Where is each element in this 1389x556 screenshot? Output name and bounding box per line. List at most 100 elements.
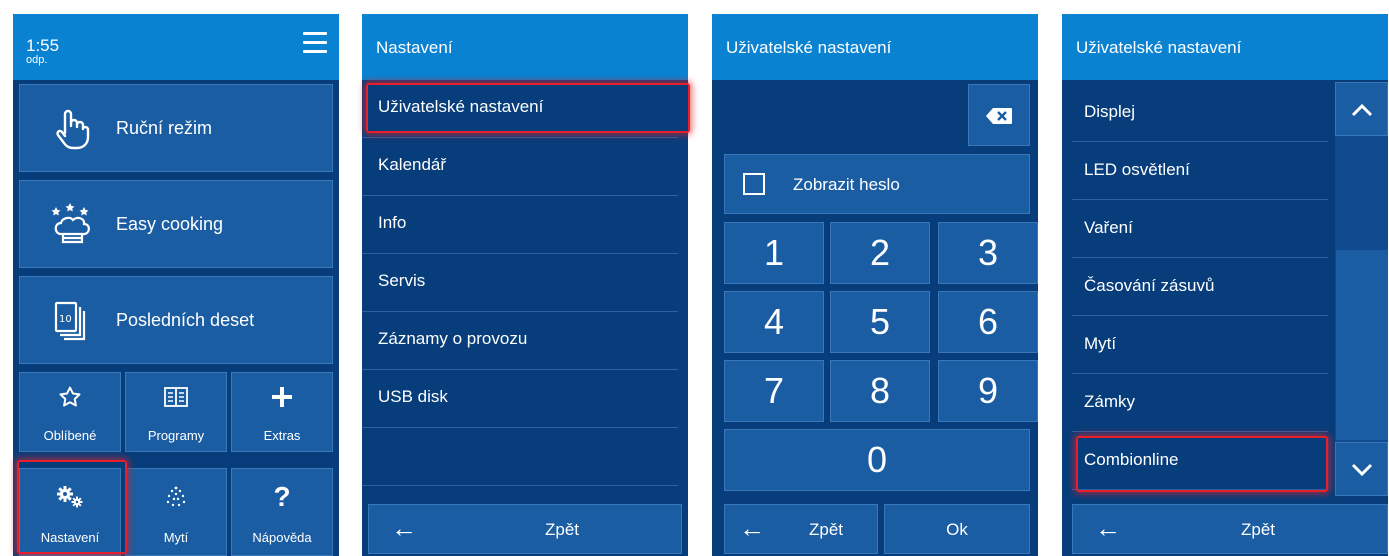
key-label: 2	[869, 232, 891, 273]
list-item-label: Combionline	[1084, 450, 1179, 469]
easy-cooking-button[interactable]: Easy cooking	[19, 180, 333, 268]
menu-item-label: Info	[378, 213, 407, 232]
key-label: 0	[866, 439, 888, 480]
book-icon	[164, 387, 188, 407]
arrow-left-icon: ←	[739, 513, 765, 543]
menu-item-label: Servis	[378, 271, 426, 290]
key-label: 3	[977, 232, 999, 273]
list-item-display[interactable]: Displej	[1072, 84, 1328, 142]
arrow-left-icon: ←	[1095, 513, 1121, 543]
extras-button[interactable]: Extras	[231, 372, 333, 452]
backspace-button[interactable]	[968, 84, 1030, 146]
key-1[interactable]: 1	[724, 222, 824, 284]
manual-mode-button[interactable]: Ruční režim	[19, 84, 333, 172]
menu-item-empty	[362, 428, 678, 486]
extras-label: Extras	[263, 428, 301, 443]
settings-panel: Nastavení Uživatelské nastavení Kalendář…	[362, 14, 688, 556]
list-item-label: LED osvětlení	[1084, 160, 1190, 179]
key-3[interactable]: 3	[938, 222, 1038, 284]
key-label: 4	[763, 301, 785, 342]
key-5[interactable]: 5	[830, 291, 930, 353]
hamburger-icon[interactable]	[303, 32, 327, 54]
show-password-checkbox[interactable]	[743, 173, 765, 195]
list-item-drawer-timing[interactable]: Časování zásuvů	[1072, 258, 1328, 316]
menu-item-label: Kalendář	[378, 155, 447, 174]
question-icon: ?	[273, 481, 291, 512]
list-item-led-lighting[interactable]: LED osvětlení	[1072, 142, 1328, 200]
plus-icon	[272, 387, 292, 407]
list-item-label: Zámky	[1084, 392, 1135, 411]
back-button[interactable]: ← Zpět	[368, 504, 682, 554]
password-panel: Uživatelské nastavení Zobrazit heslo 1 2…	[712, 14, 1038, 556]
user-settings-header: Uživatelské nastavení	[1062, 14, 1388, 80]
clock: 1:55 odp.	[26, 36, 60, 67]
list-item-label: Vaření	[1084, 218, 1133, 237]
list-item-label: Mytí	[1084, 334, 1117, 353]
key-2[interactable]: 2	[830, 222, 930, 284]
key-7[interactable]: 7	[724, 360, 824, 422]
favorites-label: Oblíbené	[43, 428, 97, 443]
settings-button[interactable]: Nastavení	[19, 468, 121, 556]
clock-time: 1:55	[26, 36, 60, 55]
back-label: Zpět	[809, 520, 844, 539]
user-settings-title: Uživatelské nastavení	[1076, 38, 1242, 57]
gears-icon	[57, 486, 83, 508]
chef-hat-stars-icon	[51, 203, 90, 244]
arrow-left-icon: ←	[391, 513, 417, 543]
back-button[interactable]: ← Zpět	[724, 504, 878, 554]
manual-mode-label: Ruční režim	[116, 118, 213, 138]
scroll-down-button[interactable]	[1335, 442, 1388, 496]
show-password-label: Zobrazit heslo	[793, 175, 900, 194]
back-button[interactable]: ← Zpět	[1072, 504, 1388, 554]
svg-text:10: 10	[59, 314, 72, 325]
favorites-button[interactable]: Oblíbené	[19, 372, 121, 452]
list-item-cooking[interactable]: Vaření	[1072, 200, 1328, 258]
last-ten-icon: 10	[54, 301, 86, 341]
key-0[interactable]: 0	[724, 429, 1030, 491]
key-label: 6	[977, 301, 999, 342]
spray-icon	[166, 486, 186, 507]
washing-label: Mytí	[163, 530, 189, 545]
key-8[interactable]: 8	[830, 360, 930, 422]
menu-item-label: USB disk	[378, 387, 448, 406]
user-settings-panel: Uživatelské nastavení Displej LED osvětl…	[1062, 14, 1388, 556]
key-label: 1	[763, 232, 785, 273]
clock-sub: odp.	[26, 54, 48, 66]
password-title: Uživatelské nastavení	[726, 38, 892, 57]
settings-title: Nastavení	[376, 38, 453, 57]
washing-button[interactable]: Mytí	[125, 468, 227, 556]
backspace-icon	[986, 108, 1012, 124]
help-button[interactable]: ? Nápověda	[231, 468, 333, 556]
chevron-down-icon	[1351, 463, 1373, 477]
ok-button[interactable]: Ok	[884, 504, 1030, 554]
show-password-toggle[interactable]: Zobrazit heslo	[724, 154, 1030, 214]
menu-item-usb-disk[interactable]: USB disk	[362, 370, 678, 428]
last-ten-button[interactable]: 10 Posledních deset	[19, 276, 333, 364]
scroll-up-button[interactable]	[1335, 82, 1388, 136]
menu-item-label: Uživatelské nastavení	[378, 97, 544, 116]
key-6[interactable]: 6	[938, 291, 1038, 353]
programs-label: Programy	[147, 428, 205, 443]
settings-header: Nastavení	[362, 14, 688, 80]
key-label: 7	[763, 370, 785, 411]
key-9[interactable]: 9	[938, 360, 1038, 422]
key-4[interactable]: 4	[724, 291, 824, 353]
key-label: 5	[869, 301, 891, 342]
password-header: Uživatelské nastavení	[712, 14, 1038, 80]
list-item-washing[interactable]: Mytí	[1072, 316, 1328, 374]
help-label: Nápověda	[252, 530, 312, 545]
scrollbar-thumb[interactable]	[1336, 250, 1388, 440]
hand-pointer-icon	[56, 109, 90, 150]
star-icon	[59, 386, 81, 407]
menu-item-user-settings[interactable]: Uživatelské nastavení	[362, 80, 678, 138]
menu-item-operation-records[interactable]: Záznamy o provozu	[362, 312, 678, 370]
menu-item-label: Záznamy o provozu	[378, 329, 528, 348]
list-item-locks[interactable]: Zámky	[1072, 374, 1328, 432]
programs-button[interactable]: Programy	[125, 372, 227, 452]
menu-item-calendar[interactable]: Kalendář	[362, 138, 678, 196]
settings-label: Nastavení	[40, 530, 100, 545]
list-item-label: Časování zásuvů	[1084, 276, 1215, 295]
menu-item-info[interactable]: Info	[362, 196, 678, 254]
list-item-combionline[interactable]: Combionline	[1072, 432, 1328, 490]
menu-item-service[interactable]: Servis	[362, 254, 678, 312]
